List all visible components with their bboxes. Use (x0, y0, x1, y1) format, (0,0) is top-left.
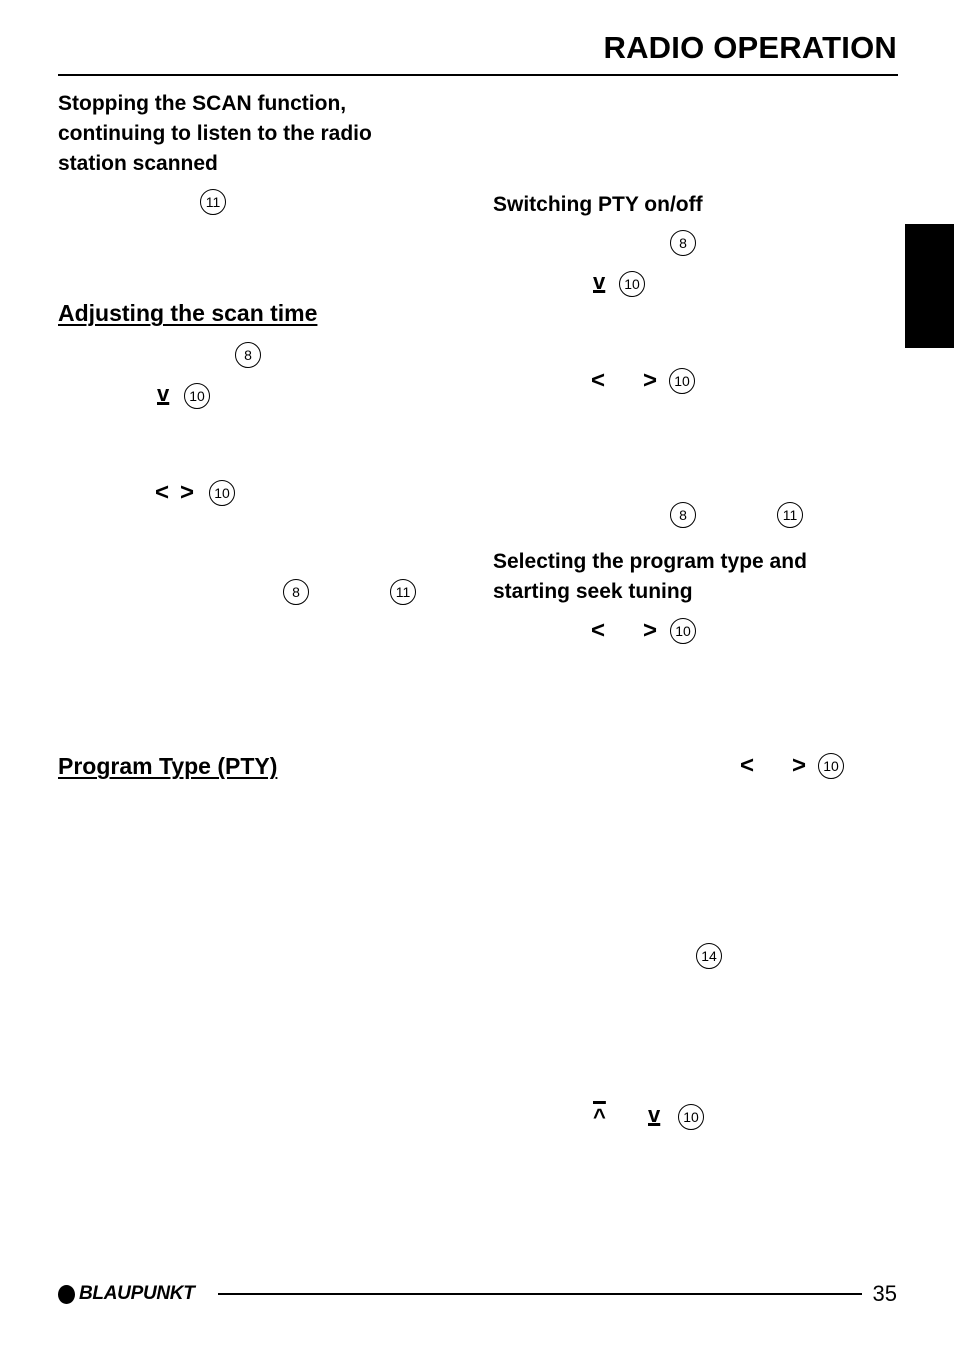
pty-onoff-heading: Switching PTY on/off (493, 193, 703, 216)
page-title: RADIO OPERATION (603, 30, 897, 65)
section-tab-marker (905, 224, 954, 348)
button-ref-10: 10 (678, 1104, 704, 1130)
footer-rule (218, 1293, 862, 1295)
button-ref-10: 10 (209, 480, 235, 506)
stop-scan-heading: Stopping the SCAN function, continuing t… (58, 92, 372, 175)
down-arrow-icon: v (593, 269, 606, 294)
button-ref-11: 11 (390, 579, 416, 605)
button-ref-10: 10 (818, 753, 844, 779)
button-ref-10: 10 (619, 271, 645, 297)
down-arrow-icon: v (157, 381, 170, 406)
left-arrow-icon: < (740, 752, 755, 779)
button-ref-8: 8 (235, 342, 261, 368)
right-arrow-icon: > (792, 752, 807, 779)
select-pty-heading: Selecting the program type and starting … (493, 550, 807, 603)
button-ref-10: 10 (184, 383, 210, 409)
pty-heading: Program Type (PTY) (58, 753, 278, 779)
header-rule (58, 74, 898, 76)
button-ref-8: 8 (670, 230, 696, 256)
left-arrow-icon: < (591, 367, 606, 394)
button-ref-8: 8 (670, 502, 696, 528)
button-ref-11: 11 (200, 189, 226, 215)
button-ref-10: 10 (669, 368, 695, 394)
brand-logo: BLAUPUNKT (58, 1283, 195, 1305)
page-number: 35 (872, 1281, 897, 1306)
scan-time-heading: Adjusting the scan time (58, 300, 318, 326)
logo-dot-icon (58, 1284, 75, 1304)
right-arrow-icon: > (643, 617, 658, 644)
button-ref-10: 10 (670, 618, 696, 644)
right-arrow-icon: > (180, 479, 195, 506)
left-arrow-icon: < (155, 479, 170, 506)
up-arrow-icon: ^ (593, 1104, 606, 1129)
down-arrow-icon: v (648, 1102, 661, 1127)
button-ref-11: 11 (777, 502, 803, 528)
right-arrow-icon: > (643, 367, 658, 394)
button-ref-14: 14 (696, 943, 722, 969)
left-arrow-icon: < (591, 617, 606, 644)
button-ref-8: 8 (283, 579, 309, 605)
